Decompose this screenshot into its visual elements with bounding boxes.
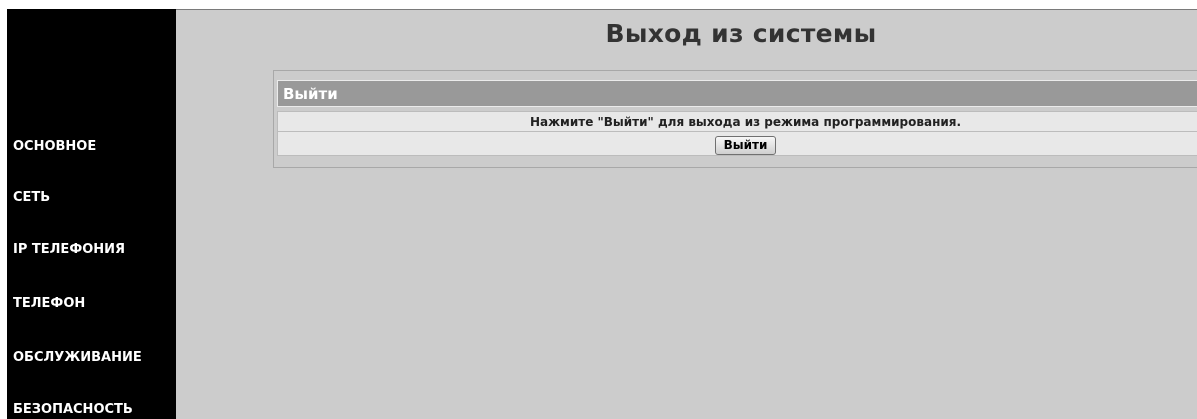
page-title: Выход из системы — [605, 19, 877, 48]
logout-message: Нажмите "Выйти" для выхода из режима про… — [277, 111, 1197, 132]
logout-button[interactable]: Выйти — [714, 136, 777, 155]
logout-panel: Выйти Нажмите "Выйти" для выхода из режи… — [273, 70, 1197, 168]
sidebar-item-basic[interactable]: ОСНОВНОЕ — [13, 139, 96, 154]
sidebar: ОСНОВНОЕ СЕТЬ IP ТЕЛЕФОНИЯ ТЕЛЕФОН ОБСЛУ… — [7, 9, 176, 419]
sidebar-item-maintenance[interactable]: ОБСЛУЖИВАНИЕ — [13, 350, 142, 365]
panel-action-row: Выйти — [277, 132, 1197, 156]
sidebar-item-ip-telephony[interactable]: IP ТЕЛЕФОНИЯ — [13, 242, 125, 257]
sidebar-item-security[interactable]: БЕЗОПАСНОСТЬ — [13, 402, 133, 417]
main-content: Выход из системы Выйти Нажмите "Выйти" д… — [176, 9, 1197, 419]
sidebar-item-phone[interactable]: ТЕЛЕФОН — [13, 296, 85, 311]
sidebar-item-network[interactable]: СЕТЬ — [13, 190, 50, 205]
panel-header: Выйти — [277, 80, 1197, 107]
